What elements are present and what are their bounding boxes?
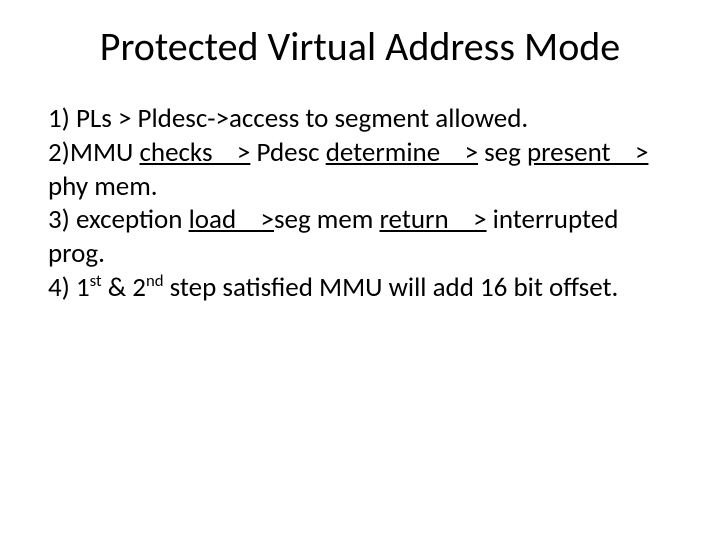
underline-load: load > [189, 203, 274, 236]
underline-present: present > [527, 136, 649, 169]
text-run: 4) 1 [48, 271, 90, 304]
bullet-3: 3) exception load >seg mem return > inte… [48, 203, 672, 271]
slide: Protected Virtual Address Mode 1) PLs > … [0, 0, 720, 540]
bullet-4: 4) 1st & 2nd step satisfied MMU will add… [48, 271, 672, 305]
text-run: seg [478, 136, 527, 169]
text-run: step satisfied MMU will add 16 bit offse… [164, 271, 619, 304]
ordinal-st: st [90, 271, 102, 291]
text-run: Pdesc [250, 136, 325, 169]
ordinal-nd: nd [146, 271, 164, 291]
underline-return: return > [379, 203, 486, 236]
text-run: 2)MMU [48, 136, 139, 169]
bullet-1: 1) PLs > Pldesc->access to segment allow… [48, 102, 672, 136]
text-run: phy mem. [48, 170, 158, 203]
text-run: 3) exception [48, 203, 189, 236]
text-run: & 2 [102, 271, 146, 304]
text-run: seg mem [274, 203, 379, 236]
underline-determine: determine > [326, 136, 478, 169]
slide-body: 1) PLs > Pldesc->access to segment allow… [48, 102, 672, 305]
slide-title: Protected Virtual Address Mode [48, 24, 672, 70]
bullet-2: 2)MMU checks > Pdesc determine > seg pre… [48, 136, 672, 204]
underline-checks: checks > [139, 136, 250, 169]
